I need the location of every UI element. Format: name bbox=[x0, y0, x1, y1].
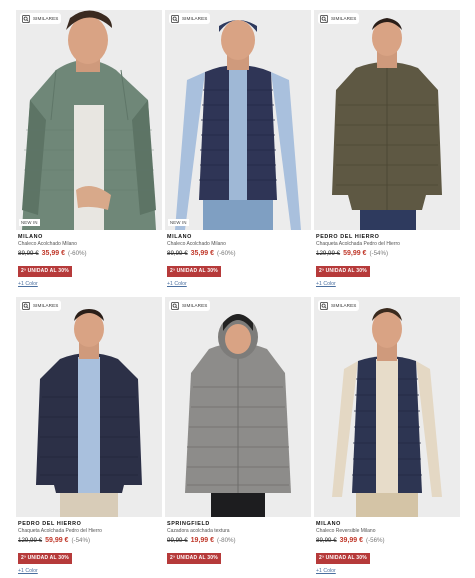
discount-percent: (-56%) bbox=[366, 537, 385, 544]
product-row: SIMILARES NEW IN MILANO Chaleco Acolchad… bbox=[16, 10, 460, 297]
sale-price: 19,99 € bbox=[190, 537, 215, 544]
old-price: 99,99 € bbox=[167, 537, 188, 544]
product-image[interactable]: SIMILARES NEW IN bbox=[16, 10, 162, 230]
old-price: 89,99 € bbox=[316, 537, 337, 544]
sale-price: 59,99 € bbox=[343, 250, 367, 257]
promo-badge: 2ª UNIDAD AL 30% bbox=[18, 266, 72, 277]
sale-price: 35,99 € bbox=[41, 250, 66, 257]
similar-button[interactable]: SIMILARES bbox=[169, 13, 211, 24]
product-image[interactable]: SIMILARES NEW IN bbox=[165, 10, 311, 230]
similar-button[interactable]: SIMILARES bbox=[169, 300, 211, 311]
sale-price: 59,99 € bbox=[45, 537, 69, 544]
product-name[interactable]: Chaqueta Acolchada Pedro del Hierro bbox=[316, 241, 458, 248]
product-card[interactable]: SIMILARES PEDRO DEL HIERRO Chaqueta Acol… bbox=[314, 10, 460, 297]
price-row: 89,99 € 35,99 € (-60%) bbox=[18, 248, 160, 259]
product-image[interactable]: SIMILARES bbox=[314, 297, 460, 517]
product-info: SPRINGFIELD Cazadora acolchada textura 9… bbox=[165, 517, 311, 578]
product-brand: PEDRO DEL HIERRO bbox=[316, 234, 380, 240]
old-price: 89,99 € bbox=[18, 250, 39, 257]
product-card[interactable]: SIMILARES MILANO Chaleco Reversible Mila… bbox=[314, 297, 460, 578]
product-card[interactable]: SIMILARES NEW IN MILANO Chaleco Acolchad… bbox=[16, 10, 162, 297]
similar-label: SIMILARES bbox=[33, 16, 59, 21]
similar-label: SIMILARES bbox=[331, 16, 357, 21]
product-info: MILANO Chaleco Acolchado Milano 89,99 € … bbox=[16, 230, 162, 297]
product-grid: SIMILARES NEW IN MILANO Chaleco Acolchad… bbox=[16, 10, 460, 578]
model-photo bbox=[314, 10, 460, 230]
more-colors-link[interactable]: +1 Color bbox=[18, 568, 160, 575]
model-photo bbox=[165, 10, 311, 230]
product-image[interactable]: SIMILARES bbox=[16, 297, 162, 517]
product-info: MILANO Chaleco Reversible Milano 89,99 €… bbox=[314, 517, 460, 578]
product-row: SIMILARES PEDRO DEL HIERRO Chaqueta Acol… bbox=[16, 297, 460, 578]
price-row: 99,99 € 19,99 € (-80%) bbox=[167, 535, 309, 546]
similar-button[interactable]: SIMILARES bbox=[20, 300, 62, 311]
old-price: 129,99 € bbox=[18, 537, 43, 544]
similar-icon bbox=[171, 301, 179, 310]
more-colors-link[interactable]: +1 Color bbox=[316, 568, 458, 575]
model-photo bbox=[165, 297, 311, 517]
similar-icon bbox=[320, 301, 328, 310]
similar-label: SIMILARES bbox=[331, 303, 357, 308]
product-brand: MILANO bbox=[316, 521, 341, 527]
product-info: PEDRO DEL HIERRO Chaqueta Acolchada Pedr… bbox=[314, 230, 460, 297]
discount-percent: (-80%) bbox=[217, 537, 236, 544]
similar-icon bbox=[22, 14, 30, 23]
price-row: 129,99 € 59,99 € (-54%) bbox=[316, 248, 458, 259]
old-price: 129,99 € bbox=[316, 250, 341, 257]
promo-badge: 2ª UNIDAD AL 30% bbox=[18, 553, 72, 564]
sale-price: 35,99 € bbox=[190, 250, 215, 257]
model-photo bbox=[16, 297, 162, 517]
similar-label: SIMILARES bbox=[182, 303, 208, 308]
product-name[interactable]: Cazadora acolchada textura bbox=[167, 528, 309, 535]
similar-button[interactable]: SIMILARES bbox=[318, 300, 360, 311]
product-brand: MILANO bbox=[18, 234, 43, 240]
promo-badge: 2ª UNIDAD AL 30% bbox=[316, 553, 370, 564]
similar-button[interactable]: SIMILARES bbox=[318, 13, 360, 24]
product-image[interactable]: SIMILARES bbox=[314, 10, 460, 230]
new-in-tag: NEW IN bbox=[168, 219, 189, 226]
model-photo bbox=[16, 10, 162, 230]
price-row: 89,99 € 39,99 € (-56%) bbox=[316, 535, 458, 546]
product-brand: MILANO bbox=[167, 234, 192, 240]
price-row: 129,99 € 59,99 € (-54%) bbox=[18, 535, 160, 546]
product-info: MILANO Chaleco Acolchado Milano 89,99 € … bbox=[165, 230, 311, 297]
similar-icon bbox=[171, 14, 179, 23]
more-colors-link[interactable]: +1 Color bbox=[316, 281, 458, 288]
product-name[interactable]: Chaleco Reversible Milano bbox=[316, 528, 458, 535]
promo-badge: 2ª UNIDAD AL 30% bbox=[316, 266, 370, 277]
similar-label: SIMILARES bbox=[182, 16, 208, 21]
more-colors-link[interactable]: +1 Color bbox=[167, 281, 309, 288]
discount-percent: (-54%) bbox=[369, 250, 389, 257]
similar-icon bbox=[320, 14, 328, 23]
product-image[interactable]: SIMILARES bbox=[165, 297, 311, 517]
more-colors-link[interactable]: +1 Color bbox=[18, 281, 160, 288]
product-info: PEDRO DEL HIERRO Chaqueta Acolchada Pedr… bbox=[16, 517, 162, 578]
discount-percent: (-60%) bbox=[68, 250, 87, 257]
similar-button[interactable]: SIMILARES bbox=[20, 13, 62, 24]
product-card[interactable]: SIMILARES NEW IN MILANO Chaleco Acolchad… bbox=[165, 10, 311, 297]
promo-badge: 2ª UNIDAD AL 30% bbox=[167, 553, 221, 564]
sale-price: 39,99 € bbox=[339, 537, 364, 544]
similar-label: SIMILARES bbox=[33, 303, 59, 308]
product-name[interactable]: Chaleco Acolchado Milano bbox=[18, 241, 160, 248]
product-card[interactable]: SIMILARES PEDRO DEL HIERRO Chaqueta Acol… bbox=[16, 297, 162, 578]
product-name[interactable]: Chaleco Acolchado Milano bbox=[167, 241, 309, 248]
old-price: 89,99 € bbox=[167, 250, 188, 257]
discount-percent: (-54%) bbox=[71, 537, 91, 544]
product-name[interactable]: Chaqueta Acolchada Pedro del Hierro bbox=[18, 528, 160, 535]
product-brand: PEDRO DEL HIERRO bbox=[18, 521, 82, 527]
price-row: 89,99 € 35,99 € (-60%) bbox=[167, 248, 309, 259]
product-card[interactable]: SIMILARES SPRINGFIELD Cazadora acolchada… bbox=[165, 297, 311, 578]
discount-percent: (-60%) bbox=[217, 250, 236, 257]
model-photo bbox=[314, 297, 460, 517]
promo-badge: 2ª UNIDAD AL 30% bbox=[167, 266, 221, 277]
product-brand: SPRINGFIELD bbox=[167, 521, 210, 527]
new-in-tag: NEW IN bbox=[19, 219, 40, 226]
similar-icon bbox=[22, 301, 30, 310]
